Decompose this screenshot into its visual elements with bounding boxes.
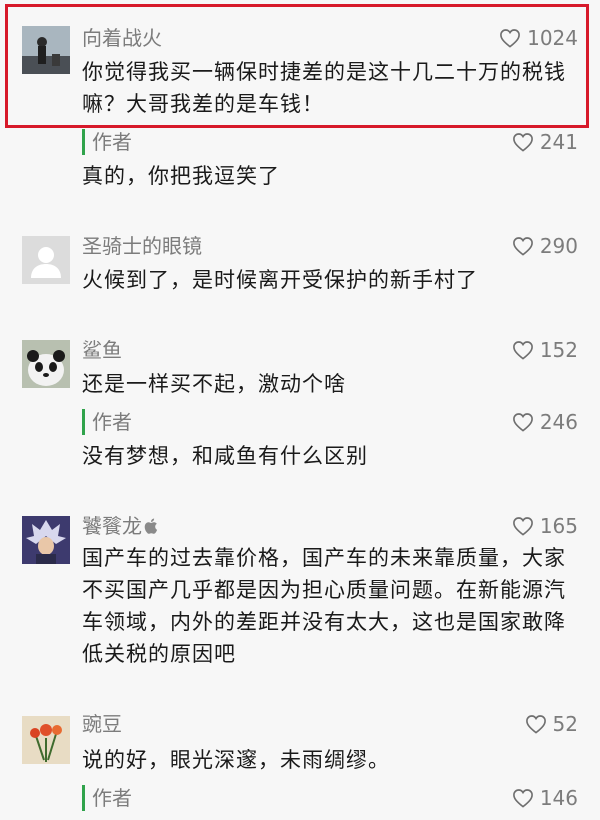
like-button[interactable]: 52 bbox=[525, 710, 578, 738]
character-avatar bbox=[22, 516, 70, 564]
like-button[interactable]: 165 bbox=[512, 512, 578, 540]
like-count: 152 bbox=[539, 338, 578, 362]
avatar[interactable] bbox=[22, 516, 70, 564]
like-button[interactable]: 246 bbox=[512, 408, 578, 436]
avatar[interactable] bbox=[22, 26, 70, 74]
author-reply: 作者 241 bbox=[82, 126, 578, 160]
like-button[interactable]: 241 bbox=[512, 128, 578, 156]
heart-icon bbox=[512, 237, 533, 256]
like-count: 290 bbox=[539, 234, 578, 258]
author-reply-text: 没有梦想，和咸鱼有什么区别 bbox=[82, 444, 368, 468]
author-tag: 作者 bbox=[92, 130, 132, 154]
panda-avatar bbox=[22, 340, 70, 388]
comment-text: 你觉得我买一辆保时捷差的是这十几二十万的税钱嘛？大哥我差的是车钱！ bbox=[82, 60, 566, 116]
reply-indicator bbox=[82, 409, 85, 435]
author-reply-text: 真的，你把我逗笑了 bbox=[82, 164, 280, 188]
heart-icon bbox=[512, 413, 533, 432]
author-tag: 作者 bbox=[92, 410, 132, 434]
author-reply: 作者 246 bbox=[82, 406, 578, 440]
like-button[interactable]: 152 bbox=[512, 336, 578, 364]
comment-username[interactable]: 饕餮龙 bbox=[82, 512, 160, 540]
like-count: 246 bbox=[539, 410, 578, 434]
like-count: 165 bbox=[539, 514, 578, 538]
username-text: 饕餮龙 bbox=[82, 514, 142, 538]
like-button[interactable]: 290 bbox=[512, 232, 578, 260]
heart-icon bbox=[512, 789, 533, 808]
comment-username[interactable]: 豌豆 bbox=[82, 710, 122, 738]
heart-icon bbox=[512, 517, 533, 536]
like-button[interactable]: 1024 bbox=[499, 24, 578, 52]
like-count: 1024 bbox=[527, 26, 578, 50]
avatar[interactable] bbox=[22, 716, 70, 764]
comment-text: 火候到了，是时候离开受保护的新手村了 bbox=[82, 268, 478, 292]
comment-username[interactable]: 向着战火 bbox=[82, 24, 162, 52]
like-count: 146 bbox=[539, 786, 578, 810]
heart-icon bbox=[500, 29, 521, 48]
heart-icon bbox=[512, 133, 533, 152]
default-avatar-icon bbox=[22, 236, 70, 284]
like-count: 52 bbox=[552, 712, 578, 736]
comment-username[interactable]: 圣骑士的眼镜 bbox=[82, 232, 202, 260]
comment-text: 国产车的过去靠价格，国产车的未来靠质量，大家不买国产几乎都是因为担心质量问题。在… bbox=[82, 546, 566, 666]
flower-avatar bbox=[22, 716, 70, 764]
apple-icon bbox=[144, 518, 158, 534]
heart-icon bbox=[512, 341, 533, 360]
heart-icon bbox=[525, 715, 546, 734]
like-count: 241 bbox=[539, 130, 578, 154]
like-button[interactable]: 146 bbox=[512, 784, 578, 812]
avatar[interactable] bbox=[22, 236, 70, 284]
comment-text: 说的好，眼光深邃，未雨绸缪。 bbox=[82, 748, 390, 772]
author-tag: 作者 bbox=[92, 786, 132, 810]
reply-indicator bbox=[82, 785, 85, 811]
avatar[interactable] bbox=[22, 340, 70, 388]
comment-text: 还是一样买不起，激动个啥 bbox=[82, 372, 346, 396]
reply-indicator bbox=[82, 129, 85, 155]
author-reply: 作者 146 bbox=[82, 782, 578, 816]
comment-username[interactable]: 鲨鱼 bbox=[82, 336, 122, 364]
